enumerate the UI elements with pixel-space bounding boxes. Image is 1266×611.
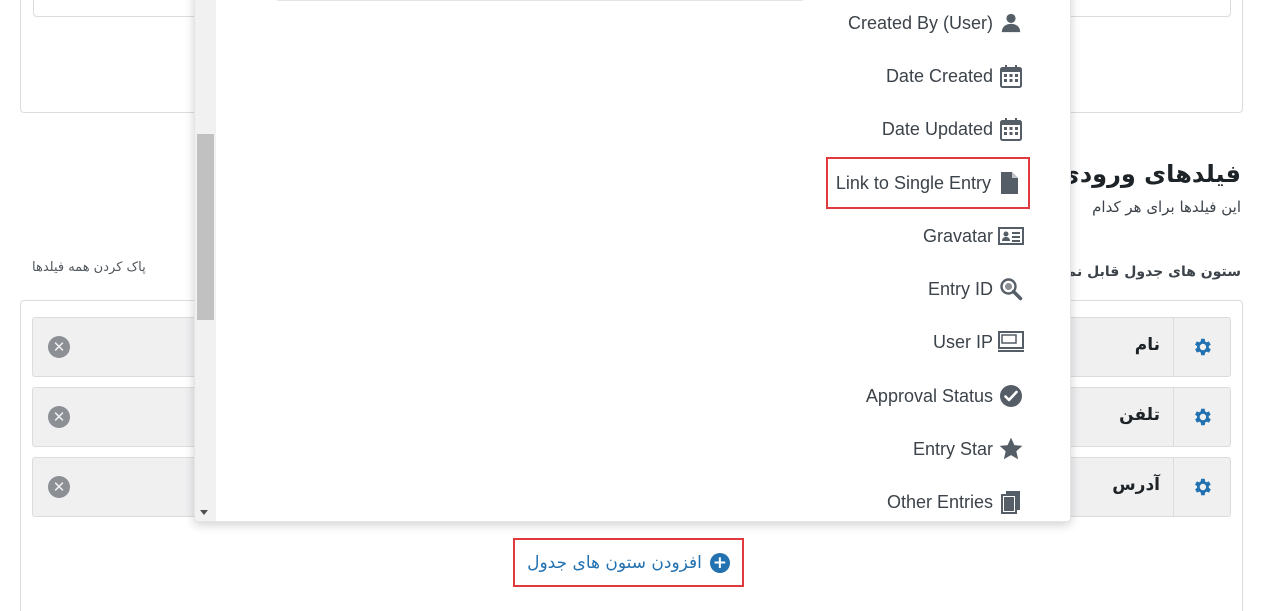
dropdown-item-label: Approval Status (865, 385, 993, 406)
monitor-icon (998, 329, 1024, 355)
dropdown-item-label: Entry Star (912, 438, 993, 459)
id-card-icon (998, 223, 1024, 249)
scrollbar-thumb[interactable] (197, 134, 214, 320)
remove-field-icon[interactable]: ✕ (48, 406, 70, 428)
plus-circle-icon: + (709, 552, 730, 573)
dropdown-scrollbar[interactable] (195, 0, 216, 521)
dropdown-item-label: Link to Single Entry (835, 172, 991, 193)
field-label: تلفن (1119, 405, 1160, 425)
gear-icon (1195, 408, 1211, 426)
dropdown-item-entry-star[interactable]: Entry Star (913, 432, 1024, 466)
field-label: آدرس (1112, 475, 1160, 495)
calendar-icon (998, 63, 1024, 89)
add-table-columns-button[interactable]: + افزودن ستون های جدول (513, 538, 744, 587)
dropdown-item-label: Gravatar (922, 225, 993, 246)
scroll-down-arrow-icon[interactable] (200, 510, 208, 515)
dropdown-item-date-created[interactable]: Date Created (886, 59, 1024, 93)
search-icon (998, 276, 1024, 302)
dropdown-item-label: Entry ID (927, 278, 993, 299)
dropdown-item-other-entries[interactable]: Other Entries (887, 485, 1024, 519)
gear-icon (1195, 478, 1211, 496)
dropdown-item-label: Created By (User) (847, 12, 993, 33)
dropdown-item-user-ip[interactable]: User IP (933, 325, 1024, 359)
dropdown-item-gravatar[interactable]: Gravatar (923, 219, 1024, 253)
field-dropdown[interactable]: Created By (User) Date Created Date Upda… (194, 0, 1071, 522)
visible-columns-label: ستون های جدول قابل نمای (1049, 264, 1241, 280)
dropdown-item-label: Other Entries (886, 491, 993, 512)
dropdown-item-created-by[interactable]: Created By (User) (848, 6, 1024, 40)
add-table-columns-label: افزودن ستون های جدول (527, 552, 702, 573)
field-settings-button[interactable] (1173, 318, 1230, 376)
clear-all-fields-link[interactable]: پاک کردن همه فیلدها (32, 260, 146, 275)
dropdown-item-link-to-single-entry[interactable]: Link to Single Entry (825, 157, 1030, 209)
copy-icon (998, 489, 1024, 515)
dropdown-item-entry-id[interactable]: Entry ID (928, 272, 1024, 306)
star-icon (998, 436, 1024, 462)
remove-field-icon[interactable]: ✕ (48, 476, 70, 498)
dropdown-item-date-updated[interactable]: Date Updated (882, 112, 1024, 146)
section-title: فیلدهای ورودی (1057, 160, 1241, 188)
dropdown-item-approval-status[interactable]: Approval Status (866, 379, 1024, 413)
remove-field-icon[interactable]: ✕ (48, 336, 70, 358)
document-icon (996, 170, 1022, 196)
calendar-icon (998, 116, 1024, 142)
user-icon (998, 10, 1024, 36)
page-stage: فیلدهای ورودی این فیلدها برای هر کدام پا… (0, 0, 1266, 611)
field-settings-button[interactable] (1173, 458, 1230, 516)
field-settings-button[interactable] (1173, 388, 1230, 446)
dropdown-item-label: Date Updated (881, 118, 993, 139)
field-label: نام (1134, 335, 1160, 355)
check-circle-icon (998, 383, 1024, 409)
gear-icon (1195, 338, 1211, 356)
dropdown-item-label: User IP (932, 331, 993, 352)
dropdown-item-label: Date Created (885, 65, 993, 86)
section-description: این فیلدها برای هر کدام (1092, 198, 1241, 216)
dropdown-search-field[interactable] (275, 0, 805, 1)
